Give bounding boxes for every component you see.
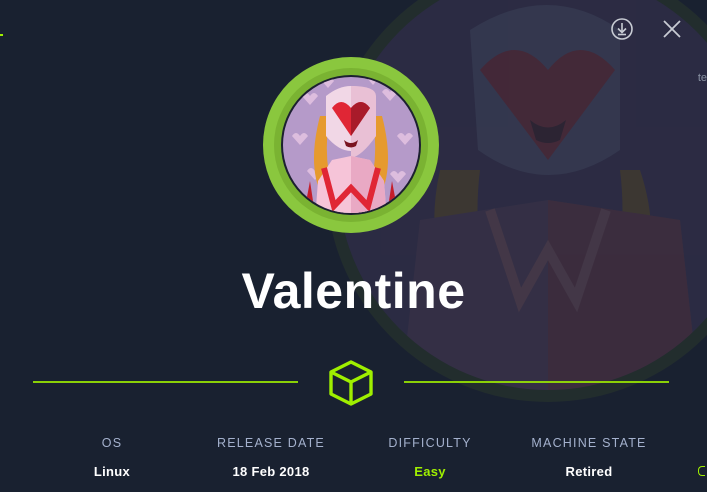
stat-value: Easy — [414, 464, 446, 479]
divider-left — [33, 381, 298, 383]
edge-accent-mark — [0, 34, 3, 36]
stat-release-date: RELEASE DATE 18 Feb 2018 — [191, 436, 351, 479]
machine-stats: OS Linux RELEASE DATE 18 Feb 2018 DIFFIC… — [0, 436, 707, 486]
stat-label: RELEASE DATE — [217, 436, 325, 450]
edge-clipped-text: te — [697, 72, 707, 84]
stat-value: Linux — [93, 464, 131, 479]
stat-os: OS Linux — [32, 436, 192, 479]
stat-label: MACHINE STATE — [531, 436, 647, 450]
download-icon[interactable] — [609, 16, 635, 42]
stat-label: DIFFICULTY — [388, 436, 472, 450]
top-actions — [609, 16, 685, 42]
stat-value: 18 Feb 2018 — [232, 464, 310, 479]
divider-right — [404, 381, 669, 383]
stat-difficulty: DIFFICULTY Easy — [350, 436, 510, 479]
close-icon[interactable] — [659, 16, 685, 42]
cube-icon — [329, 360, 373, 406]
machine-avatar — [263, 57, 439, 233]
stat-label: OS — [101, 436, 123, 450]
stat-value: Retired — [565, 464, 613, 479]
stat-machine-state: MACHINE STATE Retired — [509, 436, 669, 479]
machine-name: Valentine — [241, 263, 466, 319]
